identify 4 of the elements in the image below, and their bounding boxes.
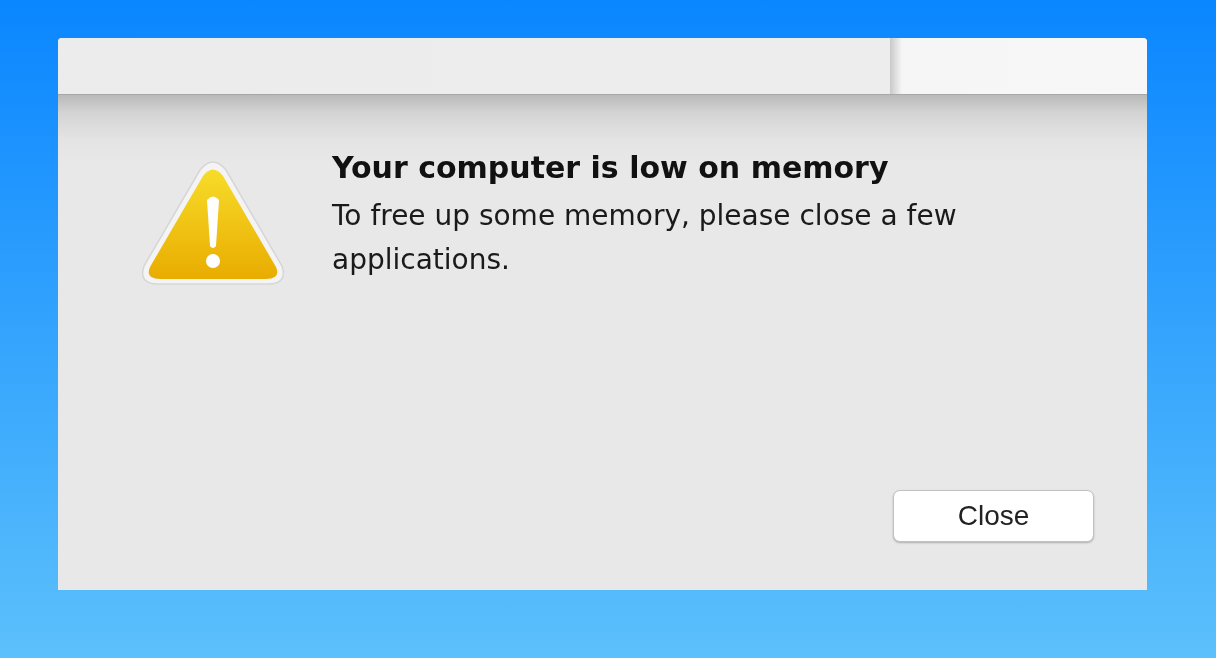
alert-title: Your computer is low on memory	[332, 150, 890, 186]
alert-message: To free up some memory, please close a few applications.	[332, 198, 958, 278]
warning-icon	[140, 160, 286, 288]
close-button[interactable]: Close	[893, 490, 1094, 542]
